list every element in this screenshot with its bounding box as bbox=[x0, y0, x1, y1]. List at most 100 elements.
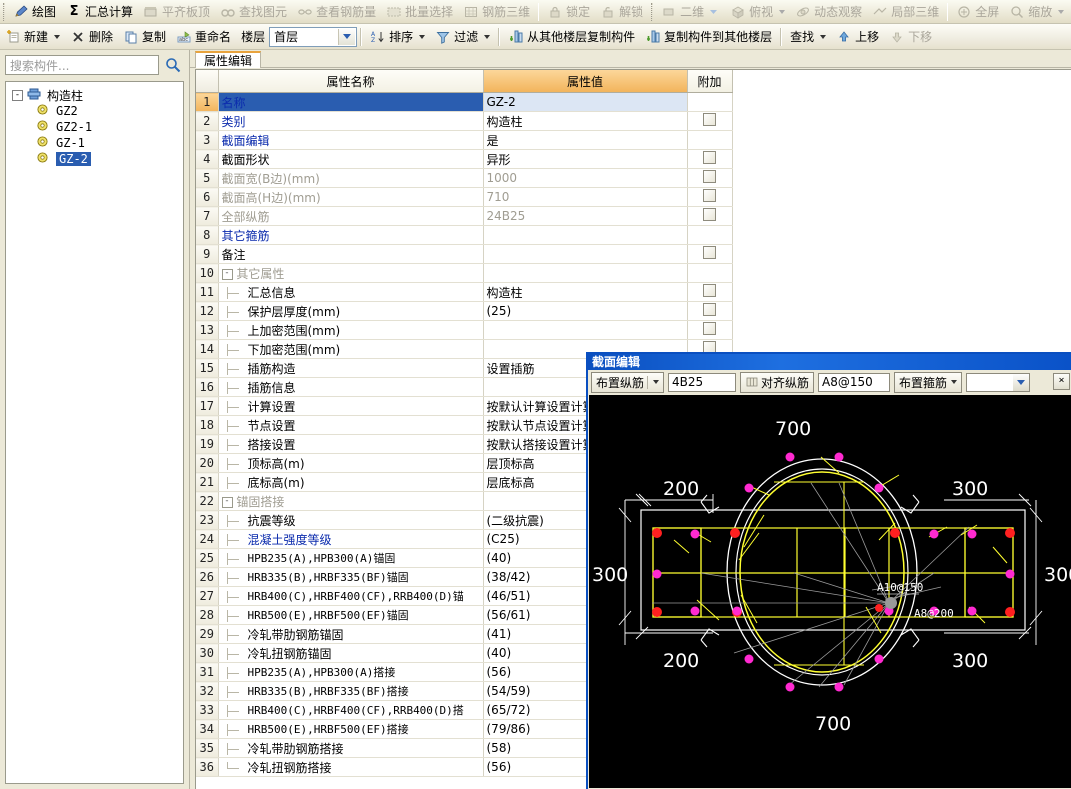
find-button[interactable]: 查找 bbox=[785, 24, 831, 49]
row-index-cell[interactable]: 19 bbox=[196, 434, 219, 454]
chevron-down-icon-longitudinal[interactable] bbox=[653, 380, 660, 384]
table-row[interactable]: 7 全部纵筋 24B25 bbox=[196, 206, 733, 226]
property-name-cell[interactable]: 冷轧带肋钢筋锚固 bbox=[218, 624, 484, 644]
row-index-cell[interactable]: 13 bbox=[196, 320, 219, 340]
chevron-down-icon-find[interactable] bbox=[820, 34, 827, 39]
property-name-cell[interactable]: 插筋信息 bbox=[218, 377, 484, 397]
attach-checkbox-cell[interactable] bbox=[687, 225, 733, 245]
property-value-cell[interactable]: (25) bbox=[483, 301, 688, 321]
attach-checkbox-cell[interactable] bbox=[687, 168, 733, 188]
table-row[interactable]: 8 其它箍筋 bbox=[196, 225, 733, 245]
row-index-cell[interactable]: 25 bbox=[196, 548, 219, 568]
table-row[interactable]: 9 备注 bbox=[196, 244, 733, 264]
tree-item-3[interactable]: GZ-2 bbox=[6, 151, 183, 167]
property-value-cell[interactable] bbox=[483, 244, 688, 264]
property-name-cell[interactable]: 截面宽(B边)(mm) bbox=[218, 168, 484, 188]
row-index-cell[interactable]: 6 bbox=[196, 187, 219, 207]
row-index-cell[interactable]: 24 bbox=[196, 529, 219, 549]
attach-checkbox-cell[interactable] bbox=[687, 130, 733, 150]
chevron-down-icon-sort[interactable] bbox=[419, 34, 426, 39]
row-index-cell[interactable]: 33 bbox=[196, 700, 219, 720]
section-edit-dialog[interactable]: 截面编辑 布置纵筋 4B25 对齐纵筋 A8@150 布置箍筋 × 700 70… bbox=[586, 352, 1071, 789]
row-index-cell[interactable]: 32 bbox=[196, 681, 219, 701]
property-name-cell[interactable]: 混凝土强度等级 bbox=[218, 529, 484, 549]
copy-to-other-floor-button[interactable]: 复制构件到其他楼层 bbox=[640, 24, 777, 49]
tree-root-node[interactable]: - 构造柱 bbox=[6, 87, 183, 103]
property-name-cell[interactable]: HRB335(B),HRBF335(BF)搭接 bbox=[218, 681, 484, 701]
property-name-cell[interactable]: 全部纵筋 bbox=[218, 206, 484, 226]
attach-checkbox-cell[interactable] bbox=[687, 263, 733, 283]
chevron-down-icon-new[interactable] bbox=[54, 34, 61, 39]
property-name-cell[interactable]: 节点设置 bbox=[218, 415, 484, 435]
table-row[interactable]: 10- 其它属性 bbox=[196, 263, 733, 283]
property-name-cell[interactable]: HPB235(A),HPB300(A)搭接 bbox=[218, 662, 484, 682]
column-header-index[interactable] bbox=[196, 70, 219, 93]
property-name-cell[interactable]: 下加密范围(mm) bbox=[218, 339, 484, 359]
attach-checkbox-cell[interactable] bbox=[687, 320, 733, 340]
chevron-down-icon-floor[interactable] bbox=[338, 28, 356, 45]
toolbar-button-draw[interactable]: 绘图 bbox=[8, 0, 61, 23]
row-index-cell[interactable]: 34 bbox=[196, 719, 219, 739]
row-index-cell[interactable]: 17 bbox=[196, 396, 219, 416]
chevron-down-icon-extra[interactable] bbox=[1013, 373, 1030, 391]
property-value-cell[interactable] bbox=[483, 263, 688, 283]
property-name-cell[interactable]: HRB500(E),HRBF500(EF)锚固 bbox=[218, 605, 484, 625]
property-name-cell[interactable]: HRB400(C),HRBF400(CF),RRB400(D)锚 bbox=[218, 586, 484, 606]
attach-checkbox[interactable] bbox=[703, 322, 716, 335]
property-name-cell[interactable]: - 其它属性 bbox=[218, 263, 484, 283]
table-row[interactable]: 12 保护层厚度(mm) (25) bbox=[196, 301, 733, 321]
tree-item-2[interactable]: GZ-1 bbox=[6, 135, 183, 151]
delete-button[interactable]: 删除 bbox=[65, 24, 118, 49]
row-index-cell[interactable]: 3 bbox=[196, 130, 219, 150]
row-index-cell[interactable]: 8 bbox=[196, 225, 219, 245]
rename-button[interactable]: abc 重命名 bbox=[171, 24, 236, 49]
row-index-cell[interactable]: 18 bbox=[196, 415, 219, 435]
table-row[interactable]: 11 汇总信息 构造柱 bbox=[196, 282, 733, 302]
chevron-down-icon-stirrup[interactable] bbox=[951, 380, 958, 384]
row-index-cell[interactable]: 4 bbox=[196, 149, 219, 169]
property-value-cell[interactable]: 1000 bbox=[483, 168, 688, 188]
attach-checkbox-cell[interactable] bbox=[687, 149, 733, 169]
property-name-cell[interactable]: 备注 bbox=[218, 244, 484, 264]
table-row[interactable]: 13 上加密范围(mm) bbox=[196, 320, 733, 340]
move-up-button[interactable]: 上移 bbox=[831, 24, 884, 49]
attach-checkbox[interactable] bbox=[703, 208, 716, 221]
filter-button[interactable]: 过滤 bbox=[430, 24, 495, 49]
column-header-attach[interactable]: 附加 bbox=[687, 70, 733, 93]
table-row[interactable]: 3 截面编辑 是 bbox=[196, 130, 733, 150]
chevron-down-icon[interactable] bbox=[707, 4, 720, 20]
property-name-cell[interactable]: 截面编辑 bbox=[218, 130, 484, 150]
row-index-cell[interactable]: 2 bbox=[196, 111, 219, 131]
property-name-cell[interactable]: 截面形状 bbox=[218, 149, 484, 169]
property-name-cell[interactable]: - 锚固搭接 bbox=[218, 491, 484, 511]
row-index-cell[interactable]: 16 bbox=[196, 377, 219, 397]
table-row[interactable]: 5 截面宽(B边)(mm) 1000 bbox=[196, 168, 733, 188]
attach-checkbox[interactable] bbox=[703, 113, 716, 126]
tree-item-0[interactable]: GZ2 bbox=[6, 103, 183, 119]
property-value-cell[interactable]: 构造柱 bbox=[483, 111, 688, 131]
table-row[interactable]: 1 名称 GZ-2 bbox=[196, 92, 733, 112]
property-value-cell[interactable]: 构造柱 bbox=[483, 282, 688, 302]
group-expander[interactable]: - bbox=[221, 496, 233, 508]
attach-checkbox-cell[interactable] bbox=[687, 92, 733, 112]
row-index-cell[interactable]: 11 bbox=[196, 282, 219, 302]
extra-select[interactable] bbox=[966, 372, 1031, 392]
property-name-cell[interactable]: HPB235(A),HPB300(A)锚固 bbox=[218, 548, 484, 568]
property-name-cell[interactable]: 冷轧扭钢筋搭接 bbox=[218, 757, 484, 777]
attach-checkbox-cell[interactable] bbox=[687, 206, 733, 226]
row-index-cell[interactable]: 26 bbox=[196, 567, 219, 587]
stirrup-value-input[interactable]: A8@150 bbox=[818, 372, 891, 392]
tree-expander[interactable]: - bbox=[12, 89, 23, 101]
attach-checkbox-cell[interactable] bbox=[687, 282, 733, 302]
property-name-cell[interactable]: 插筋构造 bbox=[218, 358, 484, 378]
row-index-cell[interactable]: 14 bbox=[196, 339, 219, 359]
property-name-cell[interactable]: 截面高(H边)(mm) bbox=[218, 187, 484, 207]
attach-checkbox-cell[interactable] bbox=[687, 187, 733, 207]
group-expander[interactable]: - bbox=[221, 268, 233, 280]
property-value-cell[interactable]: GZ-2 bbox=[483, 92, 688, 112]
toolbar-button-summary-calc[interactable]: Σ 汇总计算 bbox=[61, 0, 138, 23]
attach-checkbox[interactable] bbox=[703, 246, 716, 259]
row-index-cell[interactable]: 29 bbox=[196, 624, 219, 644]
row-index-cell[interactable]: 30 bbox=[196, 643, 219, 663]
dialog-close-button[interactable]: × bbox=[1053, 373, 1070, 390]
